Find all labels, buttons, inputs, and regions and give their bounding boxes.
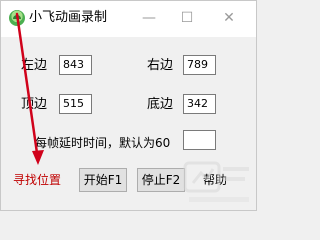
- left-edge-label: 左边: [21, 58, 48, 73]
- stop-button[interactable]: 停止F2: [137, 168, 185, 192]
- right-edge-label: 右边: [147, 58, 174, 73]
- find-position-button[interactable]: 寻找位置: [9, 168, 65, 192]
- right-edge-field[interactable]: 789: [183, 55, 216, 75]
- watermark-logo-icon: [183, 161, 249, 202]
- left-edge-field[interactable]: 843: [59, 55, 92, 75]
- start-button[interactable]: 开始F1: [79, 168, 127, 192]
- top-edge-field[interactable]: 515: [59, 94, 92, 114]
- top-edge-label: 顶边: [21, 97, 48, 112]
- frame-delay-field[interactable]: [183, 130, 216, 150]
- app-window: 小飞动画录制 — ☐ ✕ 左边 843 右边 789 顶边 515 底边 342…: [0, 0, 257, 211]
- maximize-icon[interactable]: ☐: [165, 3, 209, 33]
- window-title: 小飞动画录制: [29, 10, 108, 25]
- bottom-edge-label: 底边: [147, 97, 174, 112]
- close-icon[interactable]: ✕: [207, 3, 251, 33]
- bottom-edge-field[interactable]: 342: [183, 94, 216, 114]
- frame-delay-label: 每帧延时时间，默认为60: [35, 136, 171, 150]
- app-logo-icon: [9, 10, 25, 26]
- title-bar[interactable]: 小飞动画录制 — ☐ ✕: [1, 1, 256, 37]
